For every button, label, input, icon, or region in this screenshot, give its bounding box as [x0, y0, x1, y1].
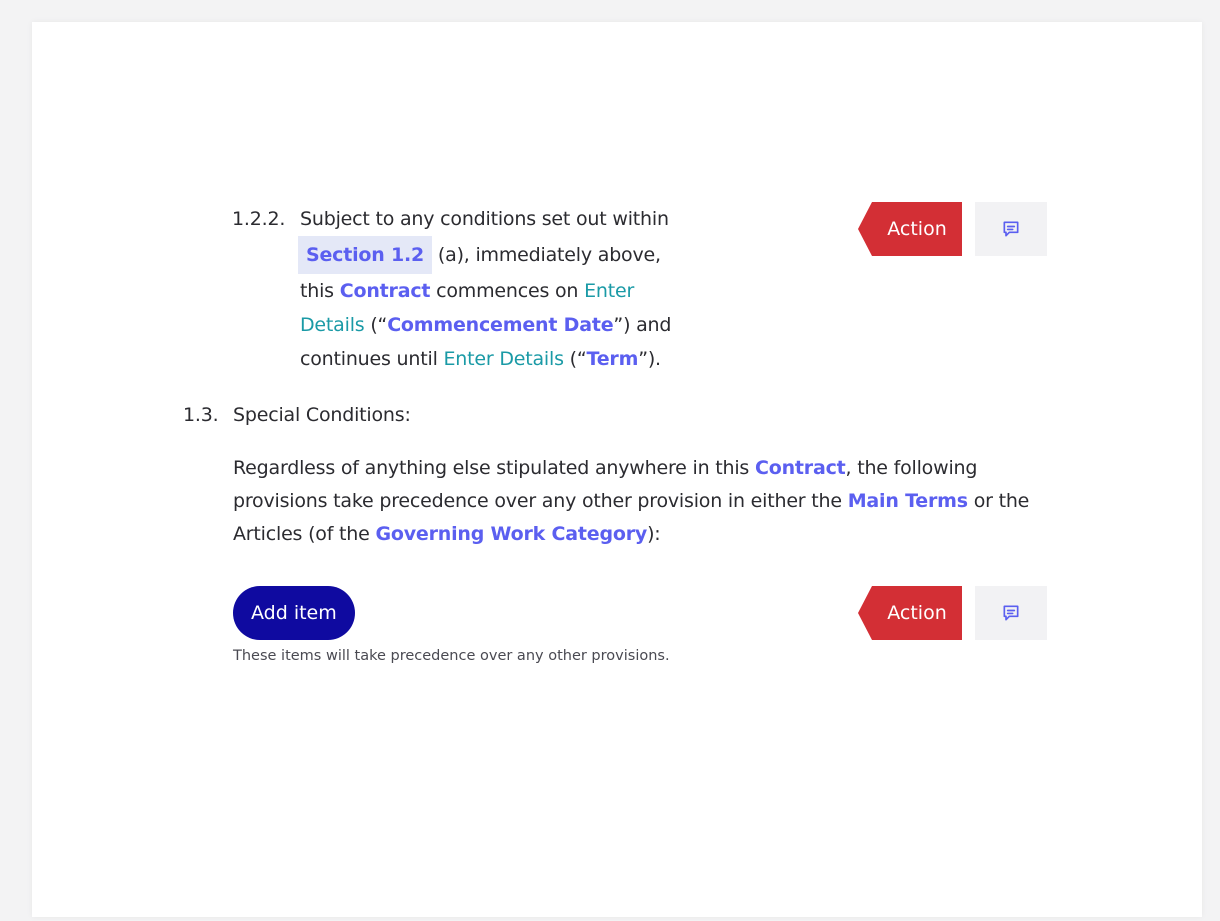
clause-text: ”).	[638, 348, 661, 370]
defined-term-governing-work-category[interactable]: Governing Work Category	[375, 523, 647, 545]
action-button-special-conditions[interactable]: Action	[858, 586, 962, 640]
defined-term-commencement-date[interactable]: Commencement Date	[387, 314, 613, 336]
clause-text: Regardless of anything else stipulated a…	[233, 457, 755, 479]
clause-text: (“	[364, 314, 388, 336]
clause-number: 1.3.	[183, 404, 219, 426]
defined-term-contract[interactable]: Contract	[755, 457, 846, 479]
clause-text: (a), immediately above,	[432, 244, 661, 266]
clause-body: Subject to any conditions set out within…	[298, 202, 702, 376]
defined-term-contract[interactable]: Contract	[340, 280, 431, 302]
clause-text: commences on	[430, 280, 585, 302]
clause-title: Special Conditions:	[233, 404, 411, 426]
defined-term-main-terms[interactable]: Main Terms	[848, 490, 968, 512]
comment-button-special-conditions[interactable]	[975, 586, 1047, 640]
clause-1-3-heading: 1.3. Special Conditions:	[183, 398, 411, 432]
clause-text: Subject to any conditions set out within	[300, 208, 669, 230]
message-square-icon	[1003, 221, 1019, 237]
clause-text: continues until	[300, 348, 444, 370]
comment-button-clause-1-2-2[interactable]	[975, 202, 1047, 256]
clause-text: ”) and	[613, 314, 672, 336]
section-reference-chip[interactable]: Section 1.2	[298, 236, 433, 274]
message-square-icon	[1003, 605, 1019, 621]
clause-1-3-body: Regardless of anything else stipulated a…	[233, 452, 1053, 551]
defined-term-term[interactable]: Term	[587, 348, 639, 370]
clause-text: (“	[563, 348, 587, 370]
add-item-helper-text: These items will take precedence over an…	[233, 648, 670, 664]
action-button-clause-1-2-2[interactable]: Action	[858, 202, 962, 256]
clause-text: this	[300, 280, 340, 302]
clause-number: 1.2.2.	[232, 208, 286, 230]
enter-details-term-field[interactable]: Enter Details	[443, 348, 564, 370]
clause-1-2-2: 1.2.2. Subject to any conditions set out…	[232, 202, 702, 376]
add-item-button[interactable]: Add item	[233, 586, 355, 640]
clause-text: ):	[647, 523, 661, 545]
